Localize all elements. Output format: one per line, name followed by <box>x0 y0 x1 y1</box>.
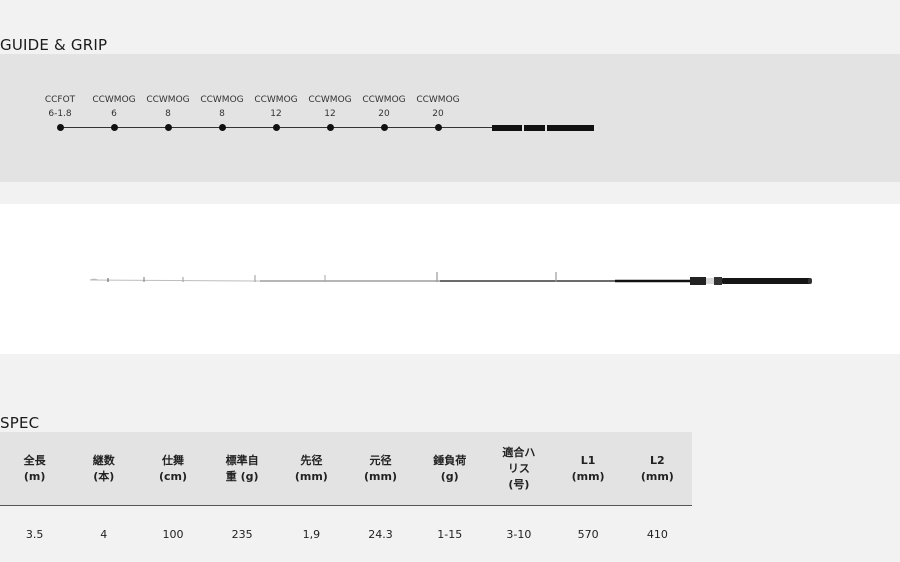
grip-segment <box>492 125 522 131</box>
guide-name: CCWMOG <box>354 94 414 106</box>
guide-size: 6 <box>84 108 144 120</box>
guide-name: CCWMOG <box>300 94 360 106</box>
header-total-length: 全長 (m) <box>0 432 69 506</box>
guide-7: CCWMOG 20 <box>354 94 414 120</box>
guide-dot-icon <box>327 124 334 131</box>
header-weight: 標準自 重 (g) <box>208 432 277 506</box>
guide-2: CCWMOG 6 <box>84 94 144 120</box>
cell-tip-diameter: 1,9 <box>277 506 346 562</box>
guide-5: CCWMOG 12 <box>246 94 306 120</box>
guide-size: 6-1.8 <box>30 108 90 120</box>
guide-dot-icon <box>435 124 442 131</box>
cell-weight: 235 <box>208 506 277 562</box>
header-lure-weight: 錘負荷 (g) <box>415 432 484 506</box>
grip-segment <box>524 125 545 131</box>
guide-name: CCFOT <box>30 94 90 106</box>
cell-sections: 4 <box>69 506 138 562</box>
grip-segment <box>547 125 594 131</box>
guide-name: CCWMOG <box>408 94 468 106</box>
header-closed-length: 仕舞 (cm) <box>138 432 207 506</box>
rod-image-panel <box>0 204 900 354</box>
guide-6: CCWMOG 12 <box>300 94 360 120</box>
guide-dot-icon <box>219 124 226 131</box>
header-sections: 継数 (本) <box>69 432 138 506</box>
header-base-diameter: 元径 (mm) <box>346 432 415 506</box>
header-l1: L1 (mm) <box>554 432 623 506</box>
cell-l2: 410 <box>623 506 692 562</box>
cell-lure-weight: 1-15 <box>415 506 484 562</box>
spec-table: 全長 (m) 継数 (本) 仕舞 (cm) 標準自 重 (g) 先径 (mm) … <box>0 432 692 562</box>
table-row: 3.5 4 100 235 1,9 24.3 1-15 3-10 570 410 <box>0 506 692 562</box>
guide-size: 8 <box>192 108 252 120</box>
cell-closed-length: 100 <box>138 506 207 562</box>
spec-header-row: 全長 (m) 継数 (本) 仕舞 (cm) 標準自 重 (g) 先径 (mm) … <box>0 432 692 506</box>
guide-size: 20 <box>354 108 414 120</box>
guide-dot-icon <box>111 124 118 131</box>
cell-l1: 570 <box>554 506 623 562</box>
guide-dot-icon <box>57 124 64 131</box>
guide-size: 8 <box>138 108 198 120</box>
guide-name: CCWMOG <box>84 94 144 106</box>
guide-dot-icon <box>165 124 172 131</box>
guide-dot-icon <box>381 124 388 131</box>
guide-grip-diagram: CCFOT 6-1.8 CCWMOG 6 CCWMOG 8 CCWMOG 8 C… <box>0 54 900 182</box>
cell-line: 3-10 <box>484 506 553 562</box>
guide-grip-title: GUIDE & GRIP <box>0 36 107 54</box>
guide-dot-icon <box>273 124 280 131</box>
guide-size: 20 <box>408 108 468 120</box>
guide-1: CCFOT 6-1.8 <box>30 94 90 120</box>
guide-4: CCWMOG 8 <box>192 94 252 120</box>
spec-title: SPEC <box>0 414 39 432</box>
guide-size: 12 <box>246 108 306 120</box>
guide-size: 12 <box>300 108 360 120</box>
guide-8: CCWMOG 20 <box>408 94 468 120</box>
guide-name: CCWMOG <box>192 94 252 106</box>
cell-total-length: 3.5 <box>0 506 69 562</box>
guide-3: CCWMOG 8 <box>138 94 198 120</box>
guide-name: CCWMOG <box>246 94 306 106</box>
header-tip-diameter: 先径 (mm) <box>277 432 346 506</box>
header-line: 適合ハ リス (号) <box>484 432 553 506</box>
guide-name: CCWMOG <box>138 94 198 106</box>
header-l2: L2 (mm) <box>623 432 692 506</box>
fishing-rod-image <box>0 204 900 354</box>
cell-base-diameter: 24.3 <box>346 506 415 562</box>
